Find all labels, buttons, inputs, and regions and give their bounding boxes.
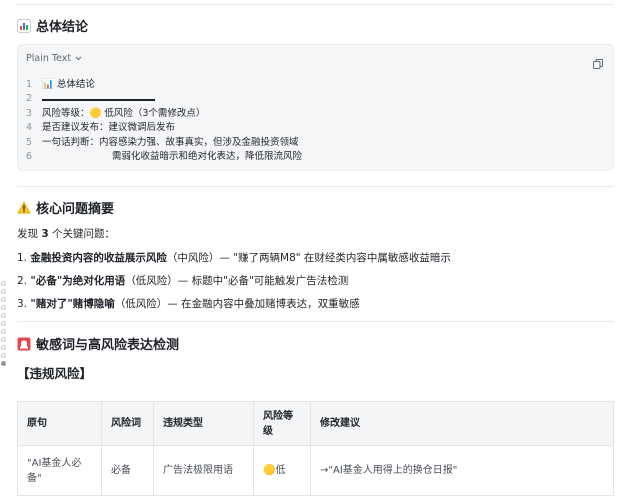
language-selector[interactable]: Plain Text [26,53,82,64]
risk-table: 原句 风险词 违规类型 风险等级 修改建议 "AI基金人必备" 必备 广告法极限… [17,401,614,496]
heading-sensitive-text: 敏感词与高风险表达检测 [36,338,180,353]
code-block: Plain Text 1 📊 总体结论 2 3 风险等级：🟡 低风险（3个需修改点）… [17,44,614,171]
issue-item: 2. "必备"为绝对化用语（低风险）— 标题中"必备"可能触发广告法检测 [17,275,349,287]
code-line: 6 需弱化收益暗示和绝对化表达，降低限流风险 [26,150,303,162]
code-lines[interactable]: 1 📊 总体结论 2 3 风险等级：🟡 低风险（3个需修改点） 4 是否建议发布：建议… [26,78,302,164]
table-header: 风险等级 [253,401,311,446]
code-line: 4 是否建议发布：建议微调后发布 [26,122,176,134]
violation-subheading: 【违规风险】 [17,366,93,381]
issue-item: 3. "赌对了"赌博隐喻（低风险）— 在金融内容中叠加赌博表达，双重敏感 [17,298,360,310]
code-rule [42,99,155,102]
heading-issues-text: 核心问题摘要 [36,202,115,217]
top-divider [16,4,614,5]
section-divider [17,186,614,187]
table-header: 风险词 [101,401,154,446]
heading-issues: 核心问题摘要 [17,198,114,217]
table-cell[interactable]: 🟡低 [253,445,311,496]
heading-summary: 总体结论 [17,16,88,35]
table-header: 修改建议 [310,401,614,446]
section-divider [17,321,614,322]
table-header: 原句 [17,401,102,446]
warning-icon [17,201,31,215]
table-header-row: 原句 风险词 违规类型 风险等级 修改建议 [17,401,614,446]
code-line: 2 [26,92,302,106]
code-line: 3 风险等级：🟡 低风险（3个需修改点） [26,107,206,119]
copy-icon[interactable] [593,54,603,69]
bar-chart-icon [17,18,31,33]
code-line: 5 一句话判断：内容感染力强、故事真实，但涉及金融投资领域 [26,136,299,148]
issue-item: 1. 金融投资内容的收益展示风险（中风险）— "赚了两辆M8" 在财经类内容中属… [17,252,451,264]
siren-icon [17,337,31,351]
language-label: Plain Text [26,53,72,64]
table-row: "AI基金人必备" 必备 广告法极限用语 🟡低 →"AI基金人用得上的换仓日报" [17,445,614,496]
table-cell[interactable]: "AI基金人必备" [17,445,102,496]
drag-handle[interactable] [1,281,9,369]
heading-sensitive: 敏感词与高风险表达检测 [17,334,179,353]
table-cell[interactable]: 必备 [101,445,154,496]
table-cell[interactable]: 广告法极限用语 [153,445,254,496]
code-line: 1 📊 总体结论 [26,79,95,90]
issues-intro: 发现 3 个关键问题： [17,228,115,240]
chevron-down-icon [75,53,82,64]
heading-summary-text: 总体结论 [36,20,89,35]
table-cell[interactable]: →"AI基金人用得上的换仓日报" [310,445,614,496]
table-header: 违规类型 [153,401,254,446]
